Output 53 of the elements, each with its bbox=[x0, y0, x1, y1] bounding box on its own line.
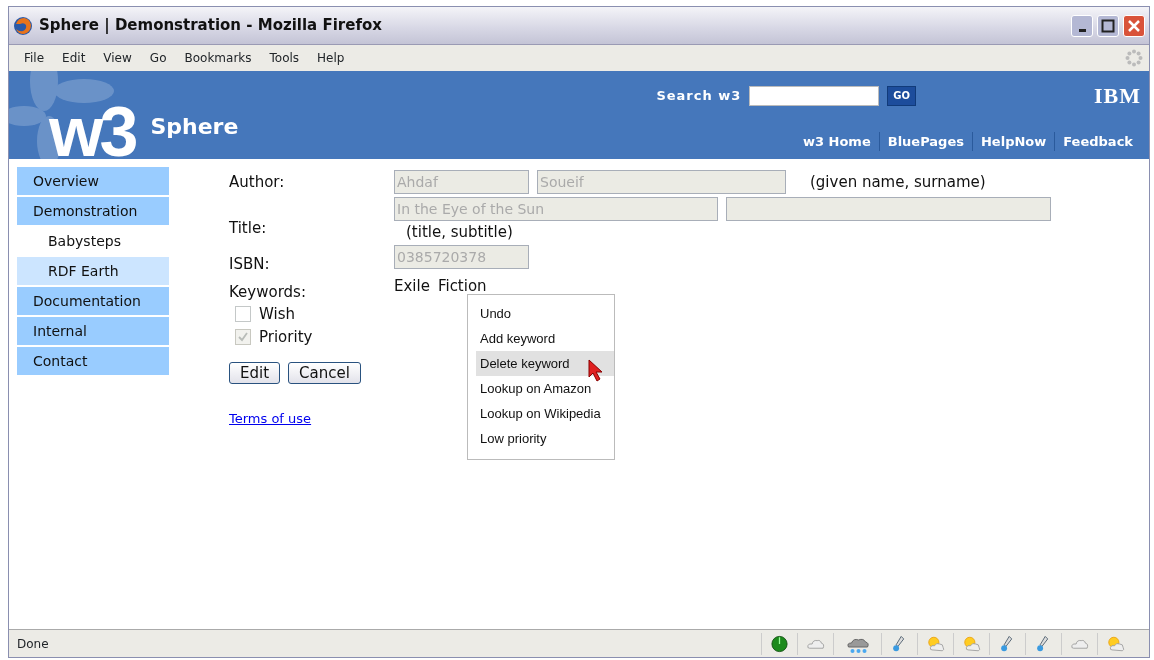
search-label: Search w3 bbox=[656, 86, 742, 105]
minimize-button[interactable] bbox=[1071, 14, 1093, 37]
sidebar-item[interactable]: Overview bbox=[17, 167, 169, 195]
status-text: Done bbox=[17, 635, 49, 653]
context-menu-item[interactable]: Lookup on Amazon bbox=[476, 376, 614, 401]
close-button[interactable] bbox=[1123, 14, 1145, 37]
terms-link[interactable]: Terms of use bbox=[229, 411, 312, 426]
checkbox-label: Priority bbox=[259, 326, 313, 348]
checkbox[interactable] bbox=[235, 306, 251, 323]
keyword[interactable]: Fiction bbox=[437, 275, 487, 298]
context-menu-item[interactable]: Lookup on Wikipedia bbox=[476, 401, 614, 426]
w3-logo: w3 bbox=[49, 97, 135, 159]
header-link[interactable]: HelpNow bbox=[972, 131, 1055, 151]
author-hint: (given name, surname) bbox=[810, 171, 986, 193]
menu-item[interactable]: Edit bbox=[53, 49, 95, 67]
menu-item[interactable]: View bbox=[94, 49, 141, 67]
menu-item[interactable]: Bookmarks bbox=[175, 49, 261, 67]
maximize-icon bbox=[1101, 18, 1115, 33]
context-menu-item[interactable]: Undo bbox=[476, 301, 614, 326]
sidebar-item[interactable]: Contact bbox=[17, 347, 169, 375]
site-title: Sphere bbox=[150, 113, 239, 141]
keyword[interactable]: Exile bbox=[394, 275, 430, 298]
context-menu-item[interactable]: Low priority bbox=[476, 426, 614, 451]
checkbox-label: Wish bbox=[259, 304, 295, 325]
go-button[interactable]: GO bbox=[887, 85, 916, 106]
minimize-icon bbox=[1078, 29, 1086, 32]
sidebar-item[interactable]: Internal bbox=[17, 317, 169, 345]
maximize-button[interactable] bbox=[1097, 14, 1119, 37]
sidebar-item[interactable]: RDF Earth bbox=[17, 257, 169, 285]
title-hint: (title, subtitle) bbox=[405, 222, 514, 243]
keywords-label: Keywords: bbox=[229, 282, 307, 303]
title-label: Title: bbox=[229, 218, 268, 239]
cancel-button[interactable]: Cancel bbox=[288, 362, 361, 384]
close-icon bbox=[1127, 18, 1141, 33]
menu-item[interactable]: Tools bbox=[260, 49, 309, 67]
menu-item[interactable]: Go bbox=[140, 49, 176, 67]
sidebar-item[interactable]: Documentation bbox=[17, 287, 169, 315]
menu-item[interactable]: File bbox=[15, 49, 54, 67]
cursor-icon bbox=[588, 359, 604, 383]
firefox-icon bbox=[13, 15, 33, 36]
sidebar-item[interactable]: Demonstration bbox=[17, 197, 169, 225]
edit-button[interactable]: Edit bbox=[229, 362, 281, 384]
search-field[interactable] bbox=[749, 85, 880, 106]
ibm-logo: IBM bbox=[1094, 82, 1141, 110]
header-link[interactable]: w3 Home bbox=[794, 131, 879, 151]
isbn-label: ISBN: bbox=[229, 254, 271, 275]
author-label: Author: bbox=[229, 172, 286, 193]
menu-item[interactable]: Help bbox=[308, 49, 354, 67]
window-title: Sphere | Demonstration - Mozilla Firefox bbox=[39, 15, 382, 37]
header-link[interactable]: BluePages bbox=[878, 131, 972, 151]
throbber-icon bbox=[1125, 49, 1143, 67]
context-menu-item[interactable]: Add keyword bbox=[476, 326, 614, 351]
header-link[interactable]: Feedback bbox=[1054, 131, 1141, 151]
